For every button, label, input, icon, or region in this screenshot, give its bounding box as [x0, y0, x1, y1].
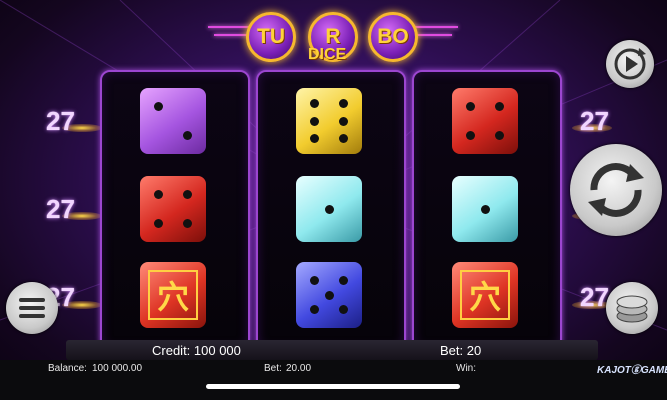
die-pip	[480, 204, 490, 214]
hamburger-icon	[19, 298, 45, 318]
balance-label: Balance:	[48, 363, 87, 374]
die-pip	[339, 133, 349, 143]
die-pip	[183, 189, 193, 199]
balance-value: 100 000.00	[92, 363, 143, 374]
chip-stack-icon	[616, 295, 648, 323]
game-logo: TU R BO DICE	[208, 4, 458, 68]
die-pip	[309, 133, 319, 143]
menu-button[interactable]	[6, 282, 58, 334]
logo-subtitle: DICE	[308, 46, 347, 63]
logo-ball-right: BO	[368, 12, 418, 62]
autoplay-button[interactable]	[606, 40, 654, 88]
line-number-left-2: 27	[46, 194, 75, 224]
logo-text-left: TU	[257, 25, 285, 48]
die-pip	[324, 290, 334, 300]
die-pip	[465, 131, 475, 141]
dice-yellow-6	[296, 88, 362, 154]
die-pip	[465, 101, 475, 111]
bet-chips-button[interactable]	[606, 282, 658, 334]
dice-red-4	[140, 176, 206, 242]
dice-blue-5	[296, 262, 362, 328]
die-pip	[339, 305, 349, 315]
die-pip	[183, 131, 193, 141]
die-pip	[153, 101, 163, 111]
logo-ball-left: TU	[246, 12, 296, 62]
die-pip	[309, 275, 319, 285]
spin-button[interactable]	[570, 144, 662, 236]
play-circle-icon	[614, 48, 646, 80]
line-number-left-1: 27	[46, 106, 75, 136]
die-pip	[324, 204, 334, 214]
logo-text-right: BO	[377, 25, 409, 48]
die-pip	[309, 305, 319, 315]
dice-red-4	[452, 88, 518, 154]
die-pip	[339, 99, 349, 109]
die-pip	[339, 275, 349, 285]
credit-display: Credit: 100 000	[152, 343, 241, 358]
home-indicator[interactable]	[206, 384, 460, 389]
glyph-symbol: 穴	[148, 270, 198, 320]
line-number-right-1: 27	[580, 106, 609, 136]
die-pip	[153, 189, 163, 199]
dice-glyph-symbol: 穴	[452, 262, 518, 328]
spin-arrows-icon	[588, 163, 644, 217]
dice-glyph-symbol: 穴	[140, 262, 206, 328]
status-bet-label: Bet:	[264, 363, 282, 374]
status-bet-value: 20.00	[286, 363, 312, 374]
die-pip	[339, 116, 349, 126]
info-bar	[66, 340, 598, 360]
die-pip	[495, 101, 505, 111]
brand-logo: KAJOTⓖGAMES	[597, 365, 667, 376]
die-pip	[309, 99, 319, 109]
glyph-symbol: 穴	[460, 270, 510, 320]
die-pip	[495, 131, 505, 141]
die-pip	[153, 219, 163, 229]
die-pip	[309, 116, 319, 126]
dice-purple-2	[140, 88, 206, 154]
dice-cyan-1	[296, 176, 362, 242]
win-label: Win:	[456, 363, 476, 374]
bet-display: Bet: 20	[440, 343, 482, 358]
line-number-right-3: 27	[580, 282, 609, 312]
die-pip	[183, 219, 193, 229]
dice-cyan-1	[452, 176, 518, 242]
